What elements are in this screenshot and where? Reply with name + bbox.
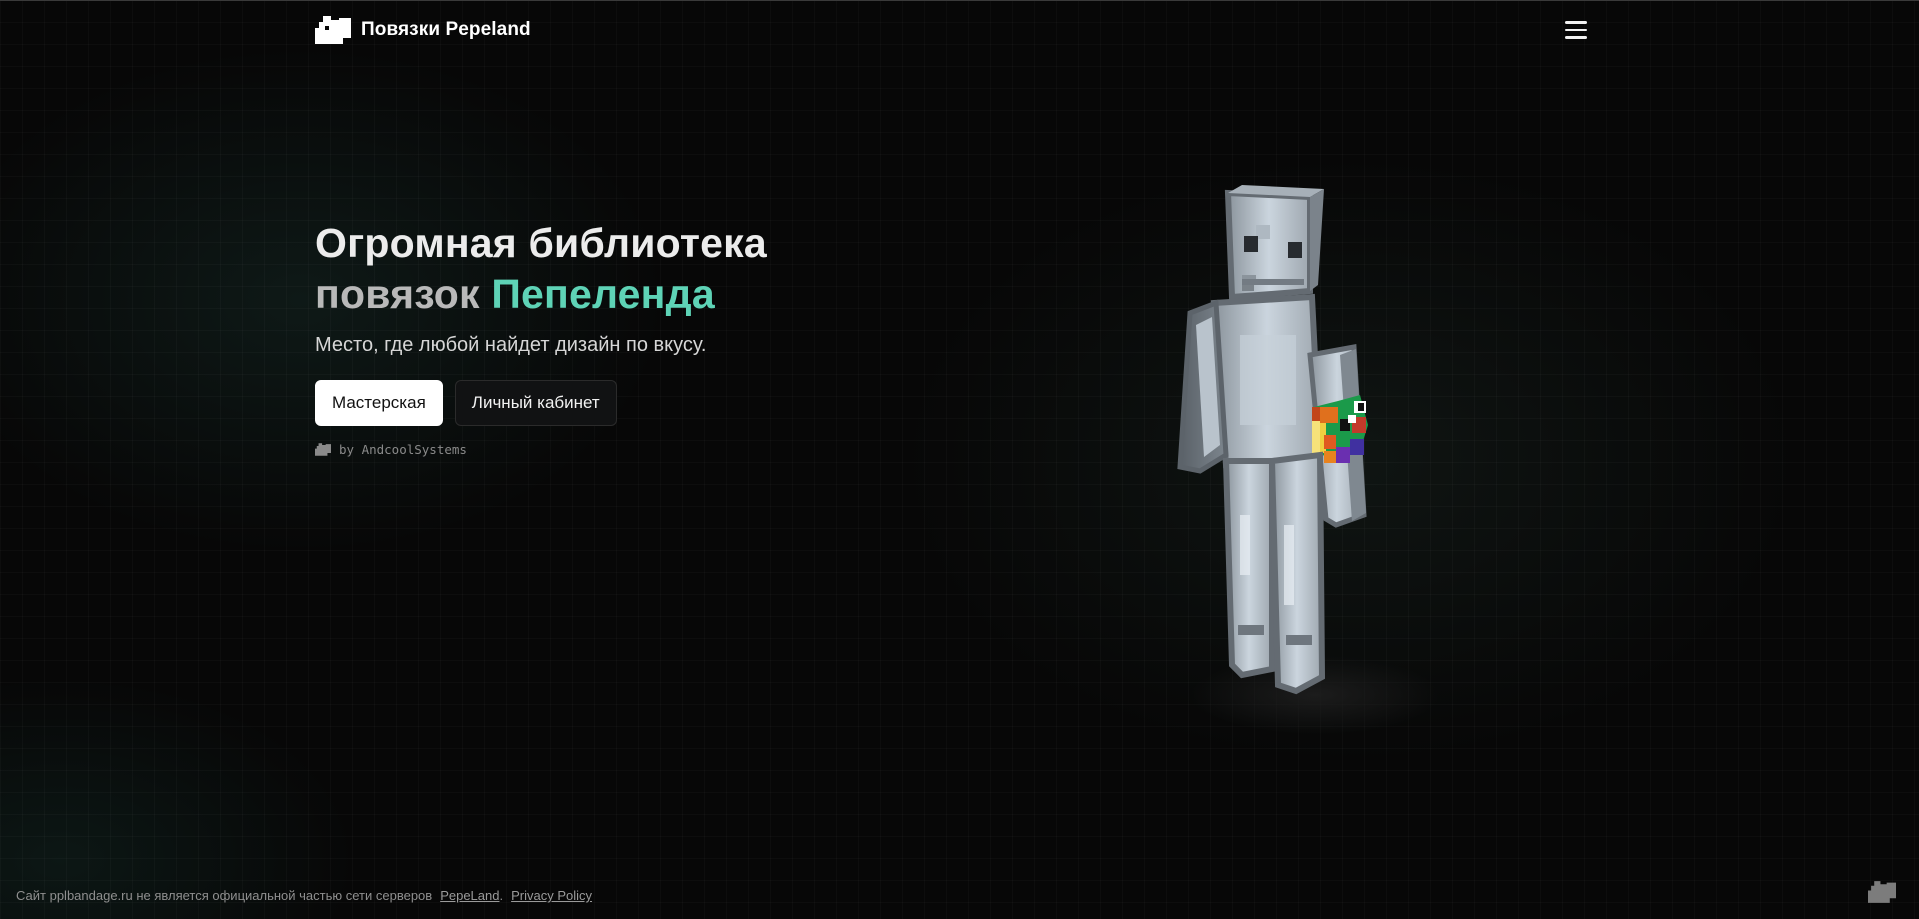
minecraft-character-image	[1177, 185, 1368, 695]
byline-text: by AndcoolSystems	[339, 442, 467, 457]
footer: Сайт pplbandage.ru не является официальн…	[16, 888, 592, 903]
header: Повязки Pepeland	[315, 14, 1593, 46]
andcool-logo-icon	[315, 443, 331, 456]
brand-link[interactable]: Повязки Pepeland	[315, 16, 531, 44]
hero-buttons: Мастерская Личный кабинет	[315, 380, 935, 426]
byline: by AndcoolSystems	[315, 442, 935, 457]
background-grid	[0, 0, 1919, 919]
hero-title-accent: Пепеленда	[491, 271, 715, 317]
logo-icon	[315, 16, 351, 44]
top-border	[0, 0, 1919, 1]
hero-title-line1: Огромная библиотека	[315, 220, 767, 266]
footer-disclaimer: Сайт pplbandage.ru не является официальн…	[16, 888, 433, 903]
skin-preview[interactable]	[1160, 185, 1480, 755]
hero-title: Огромная библиотека повязок Пепеленда	[315, 218, 935, 320]
personal-account-button[interactable]: Личный кабинет	[454, 380, 617, 426]
corner-logo-icon	[1868, 881, 1896, 903]
privacy-policy-link[interactable]: Privacy Policy	[511, 888, 592, 903]
hero-subtitle: Место, где любой найдет дизайн по вкусу.	[315, 334, 707, 356]
hero-section: Огромная библиотека повязок Пепеленда Ме…	[315, 218, 935, 457]
pepeland-link[interactable]: PepeLand	[440, 888, 499, 903]
hero-title-line2-prefix: повязок	[315, 271, 480, 317]
page: Повязки Pepeland Огромная библиотека пов…	[0, 0, 1919, 919]
footer-separator: .	[499, 888, 504, 903]
brand-title: Повязки Pepeland	[361, 19, 531, 40]
hamburger-menu-icon[interactable]	[1565, 16, 1593, 44]
workshop-button[interactable]: Мастерская	[315, 380, 443, 426]
